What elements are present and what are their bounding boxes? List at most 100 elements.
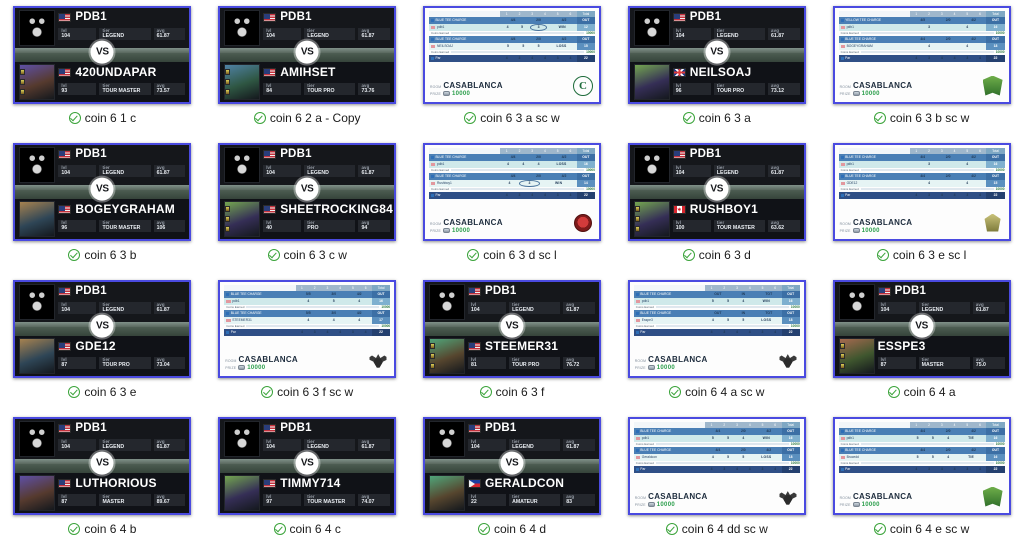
thumbnail-wrapper[interactable]: PDB1 lvl 104 tier LEGEND avg 61.87 VS TIMMY714 lv… [218,416,397,515]
tee-marker-icon [430,57,434,61]
coins-earned-amount: 10000 [995,50,1005,55]
scorecard-thumbnail[interactable]: 1 2 3 4 5 6 Total BLUE TEE CHARGE 4/4 2/0 4/2 OUT pd… [832,142,1011,241]
scorecard-cell: 3 [928,162,930,167]
hole-number: 5 [761,285,764,290]
scorecard-row-cells: 5 5 4 TIE [910,454,986,461]
scorecard-thumbnail[interactable]: 1 2 3 4 5 6 Total BLUE TEE CHARGE 4/4 2/0 4/2 OUT pd… [422,142,601,241]
stat-value-tier: TOUR MASTER [102,224,141,231]
stat-lvl: lvl 104 [263,438,302,452]
caption-text: coin 6 3 f [495,385,545,399]
scorecard-cell: 4 [940,467,943,472]
thumbnail-wrapper[interactable]: PDB1 lvl 104 tier LEGEND avg 61.87 VS ESSPE3 lvl 8… [832,279,1011,378]
hole-number: 3 [736,285,738,290]
caption-text: coin 6 4 b [84,522,137,536]
thumbnail-wrapper[interactable]: 1 2 3 4 5 6 Total YELLOW TEE CHARGE 4/5 2/0 4/2 OUT… [832,5,1011,104]
thumbnail-wrapper[interactable]: 1 2 3 4 5 6 Total BLUE TEE CHARGE 4/4 2/0 4/2 OUT pd… [832,416,1011,515]
thumbnail-wrapper[interactable]: PDB1 lvl 104 tier LEGEND avg 61.87 VS AMIHSET lvl… [218,5,397,104]
coin-icon [647,365,655,370]
stat-value-lvl: 104 [266,443,275,450]
versus-thumbnail[interactable]: PDB1 lvl 104 tier LEGEND avg 61.87 VS RUSHBOY1 lv… [627,142,806,241]
stat-label-avg: avg [156,164,165,170]
thumbnail-wrapper[interactable]: PDB1 lvl 104 tier LEGEND avg 61.87 VS STEEMER31 l… [422,279,601,378]
versus-thumbnail[interactable]: PDB1 lvl 104 tier LEGEND avg 61.87 VS TIMMY714 lv… [218,416,397,515]
hole-number: 5 [761,422,764,427]
thumbnail-wrapper[interactable]: 1 2 3 4 5 6 Total BLUE TEE CHARGE 4/4 2/0 4/2 OUT pd… [422,5,601,104]
player-name-row: PDB1 [467,422,599,436]
scorecard-footer: ROOM CASABLANCA PRIZE 10000 [635,486,799,508]
scorecard-row-label: BLUE TEE CHARGE [634,310,705,317]
hero-avatar [19,9,56,46]
scorecard-row: BLUE TEE CHARGE OUT IN TOT OUT [633,291,800,298]
thumbnail-wrapper[interactable]: 1 2 3 4 5 6 Total BLUE TEE CHARGE OUT IN TOT OUT pdb… [627,279,806,378]
coins-earned-row: Coins Earned 10000 [429,31,595,36]
scorecard-cell: 4/4 [920,448,926,453]
stat-label-avg: avg [771,164,780,170]
flag-icon-us [263,479,277,488]
check-circle-icon [887,386,900,398]
scorecard-thumbnail[interactable]: 1 2 3 4 5 6 Total BLUE TEE CHARGE 4/4 2/0 4/2 OUT pd… [832,416,1011,515]
scorecard-thumbnail[interactable]: 1 2 3 4 5 6 Total BLUE TEE CHARGE 5/5 3/0 4/2 OUT pd… [218,279,397,378]
stat-value-tier: PRO [307,224,319,231]
thumbnail-wrapper[interactable]: PDB1 lvl 104 tier LEGEND avg 61.87 VS RUSHBOY1 lv… [627,142,806,241]
versus-thumbnail[interactable]: PDB1 lvl 104 tier LEGEND avg 61.87 VS GDE12 lvl 87… [13,279,192,378]
scorecard-row-label-text: Brucedd [846,455,859,460]
scorecard-thumbnail[interactable]: 1 2 3 4 5 6 Total YELLOW TEE CHARGE 4/5 2/0 4/2 OUT… [832,5,1011,104]
scorecard-thumbnail[interactable]: 1 2 3 4 5 6 Total BLUE TEE CHARGE 4/4 2/0 4/2 OUT pd… [627,416,806,515]
scorecard-cell: 4 [928,181,930,186]
scorecard-row: Esspe3 4 5 5 LOSS 18 [633,317,800,324]
hole-number: 1 [710,285,713,290]
thumbnail-wrapper[interactable]: 1 2 3 4 5 6 Total BLUE TEE CHARGE 4/4 2/0 4/2 OUT pd… [832,142,1011,241]
thumbnail-wrapper[interactable]: PDB1 lvl 104 tier LEGEND avg 61.87 VS 420UNDAPAR… [13,5,192,104]
tee-marker-icon [226,292,230,296]
gallery-cell: PDB1 lvl 104 tier LEGEND avg 61.87 VS ESSPE3 lvl 8… [819,274,1024,411]
scorecard-thumbnail[interactable]: 1 2 3 4 5 6 Total BLUE TEE CHARGE 4/4 2/0 4/2 OUT pd… [422,5,601,104]
stat-value-lvl: 87 [880,361,887,368]
hole-number: 5 [556,148,559,153]
versus-thumbnail[interactable]: PDB1 lvl 104 tier LEGEND avg 61.87 VS GERALDCON l… [422,416,601,515]
medal-icon [225,215,231,222]
scorecard-cell: 3 [928,56,930,61]
stat-label-tier: tier [102,27,110,33]
versus-thumbnail[interactable]: PDB1 lvl 104 tier LEGEND avg 61.87 VS 420UNDAPAR… [13,5,192,104]
versus-thumbnail[interactable]: PDB1 lvl 104 tier LEGEND avg 61.87 VS NEILSOAJ lv… [627,5,806,104]
scorecard-row-cells: 4/4 2/0 4/2 [910,36,986,43]
stat-value-tier: TOUR PRO [716,87,745,94]
thumbnail-wrapper[interactable]: 1 2 3 4 5 6 Total BLUE TEE CHARGE 4/4 2/0 4/2 OUT pd… [422,142,601,241]
thumbnail-wrapper[interactable]: PDB1 lvl 104 tier LEGEND avg 61.87 VS SHEETROCKI… [218,142,397,241]
player-name-row: GDE12 [58,340,189,354]
versus-thumbnail[interactable]: PDB1 lvl 104 tier LEGEND avg 61.87 VS SHEETROCKI… [218,142,397,241]
thumbnail-wrapper[interactable]: 1 2 3 4 5 6 Total BLUE TEE CHARGE 5/5 3/0 4/2 OUT pd… [218,279,397,378]
hole-number: 4 [544,148,546,153]
hole-number: 3 [326,285,329,290]
check-circle-icon [669,386,682,398]
player-name-row: PDB1 [58,285,189,299]
versus-thumbnail[interactable]: PDB1 lvl 104 tier LEGEND avg 61.87 VS LUTHORIOUS… [13,416,192,515]
versus-thumbnail[interactable]: PDB1 lvl 104 tier LEGEND avg 61.87 VS STEEMER31 l… [422,279,601,378]
scorecard-row-total: 18 [986,43,1005,50]
thumbnail-wrapper[interactable]: PDB1 lvl 104 tier LEGEND avg 61.87 VS GDE12 lvl 87… [13,279,192,378]
player-stats: lvl 87 tier TOUR PRO avg 73.04 [58,356,189,370]
vs-badge: VS [705,40,729,64]
thumbnail-wrapper[interactable]: PDB1 lvl 104 tier LEGEND avg 61.87 VS GERALDCON l… [422,416,601,515]
scorecard-table: 1 2 3 4 5 6 Total BLUE TEE CHARGE OUT IN TOT OUT pdb… [633,284,800,336]
prize-value: 10000 [656,364,675,371]
tee-marker-icon [430,155,434,159]
thumbnail-wrapper[interactable]: 1 2 3 4 5 6 Total BLUE TEE CHARGE 4/4 2/0 4/2 OUT pd… [627,416,806,515]
player-flag-icon [840,162,846,166]
versus-thumbnail[interactable]: PDB1 lvl 104 tier LEGEND avg 61.87 VS AMIHSET lvl… [218,5,397,104]
scorecard-row: Par 4 3 4 4 3 4 22 [428,192,595,199]
scorecard-thumbnail[interactable]: 1 2 3 4 5 6 Total BLUE TEE CHARGE OUT IN TOT OUT pdb… [627,279,806,378]
versus-thumbnail[interactable]: PDB1 lvl 104 tier LEGEND avg 61.87 VS ESSPE3 lvl 8… [832,279,1011,378]
opponent-avatar [19,474,56,511]
scorecard-row-cells: 5/5 3/0 4/2 [296,291,372,298]
versus-thumbnail[interactable]: PDB1 lvl 104 tier LEGEND avg 61.87 VS BOGEYGRAHA… [13,142,192,241]
thumbnail-wrapper[interactable]: PDB1 lvl 104 tier LEGEND avg 61.87 VS NEILSOAJ lv… [627,5,806,104]
scorecard-row-label-text: Par [640,467,646,472]
thumbnail-wrapper[interactable]: PDB1 lvl 104 tier LEGEND avg 61.87 VS BOGEYGRAHA… [13,142,192,241]
thumbnail-caption: coin 6 3 e [68,385,136,399]
scorecard-row-total: OUT [986,154,1005,161]
player-name-row: PDB1 [58,148,189,162]
scorecard-row-label-text: Par [845,193,851,198]
player-name-row: BOGEYGRAHAM [58,203,189,217]
thumbnail-wrapper[interactable]: PDB1 lvl 104 tier LEGEND avg 61.87 VS LUTHORIOUS… [13,416,192,515]
